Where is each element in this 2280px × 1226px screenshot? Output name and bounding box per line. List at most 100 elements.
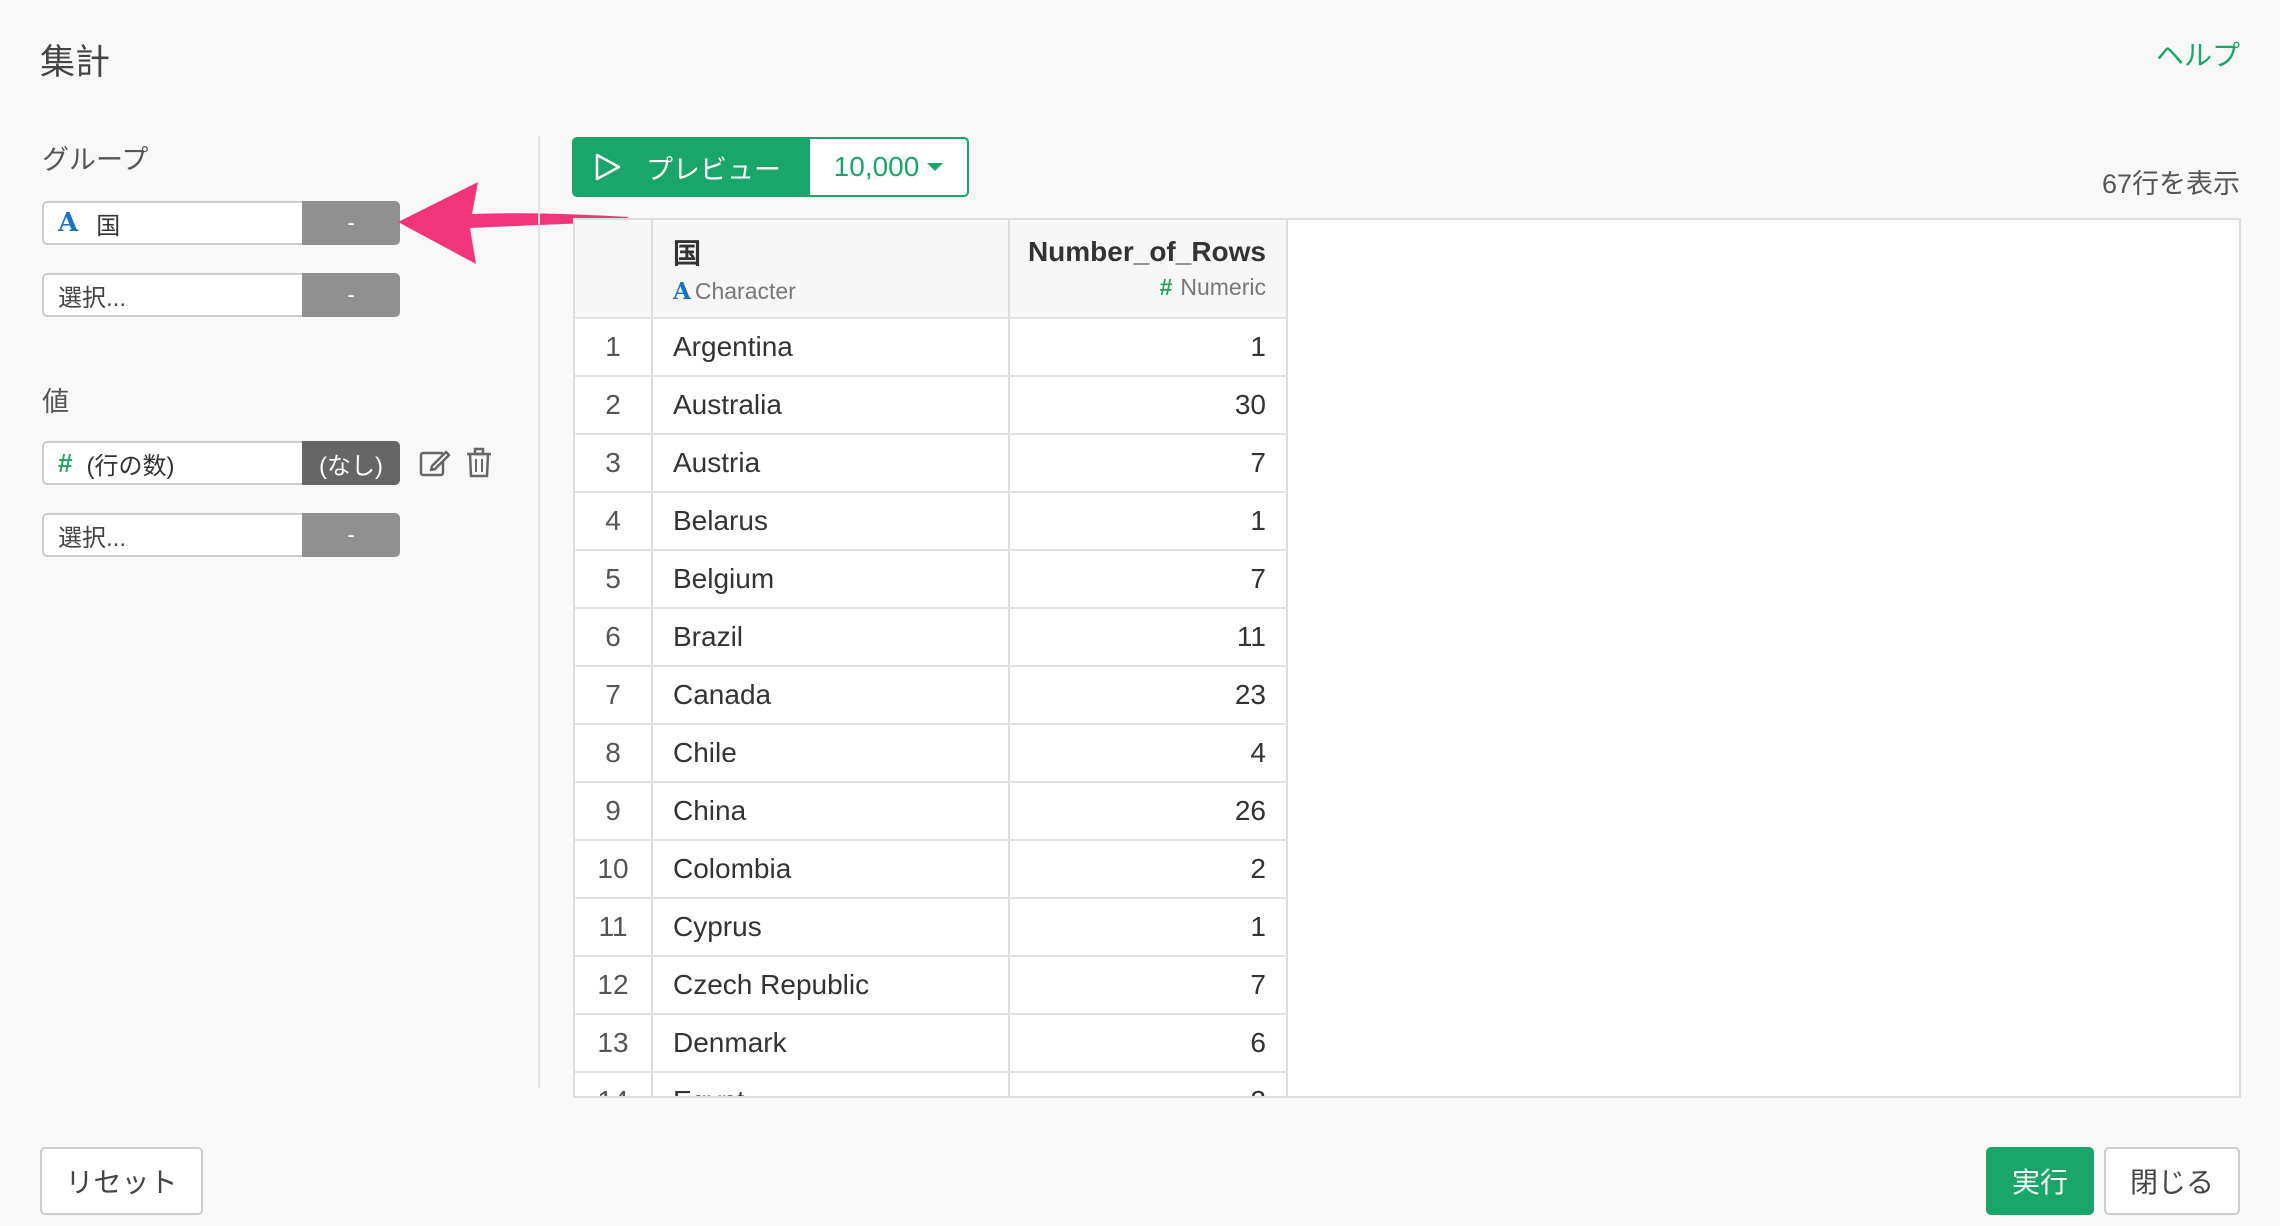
column-type: Numeric — [1180, 274, 1266, 300]
row-index: 9 — [575, 782, 653, 841]
table-row: 13 Denmark 6 — [575, 1014, 1288, 1073]
preview-button-label: プレビュー — [646, 154, 781, 185]
index-column-header — [575, 220, 653, 319]
group-column-select-empty[interactable]: 選択... — [42, 273, 302, 317]
table-row: 12 Czech Republic 7 — [575, 956, 1288, 1015]
preview-button[interactable]: プレビュー — [572, 137, 808, 197]
table-row: 14Egypt2 — [575, 1072, 1288, 1096]
table-row: 9 China 26 — [575, 782, 1288, 841]
help-link[interactable]: ヘルプ — [2156, 34, 2240, 74]
table-row: 11 Cyprus 1 — [575, 898, 1288, 957]
country-cell: Colombia — [652, 840, 1010, 899]
row-index: 12 — [575, 956, 653, 1015]
country-cell: Canada — [652, 666, 1010, 725]
country-cell: Brazil — [652, 608, 1010, 667]
table-row: 1 Argentina 1 — [575, 318, 1288, 377]
country-cell: China — [652, 782, 1010, 841]
preview-table: 国 A Character Number_of_Rows # Numeric 1 Ar… — [573, 218, 2241, 1098]
play-icon — [595, 153, 621, 181]
group-select-placeholder: 選択... — [58, 284, 127, 312]
value-column-select[interactable]: # (行の数) — [42, 441, 302, 485]
row-index: 3 — [575, 434, 653, 493]
row-count-text: 67行を表示 — [2101, 169, 2240, 199]
country-cell: Chile — [652, 724, 1010, 783]
column-header-country[interactable]: 国 A Character — [652, 220, 1010, 319]
count-cell: 2 — [1009, 1072, 1288, 1096]
group-column-value: 国 — [96, 212, 121, 240]
table-row: 10 Colombia 2 — [575, 840, 1288, 899]
table-row: 5 Belgium 7 — [575, 550, 1288, 609]
group-field-country: A 国 - — [42, 201, 400, 245]
country-cell: Denmark — [652, 1014, 1010, 1073]
row-index: 14 — [575, 1072, 653, 1096]
count-cell: 7 — [1009, 956, 1288, 1015]
value-select-placeholder: 選択... — [58, 524, 127, 552]
row-index: 4 — [575, 492, 653, 551]
value-empty-button[interactable]: - — [302, 513, 400, 557]
row-index: 11 — [575, 898, 653, 957]
country-cell: Belgium — [652, 550, 1010, 609]
country-cell: Belarus — [652, 492, 1010, 551]
country-cell: Cyprus — [652, 898, 1010, 957]
close-button[interactable]: 閉じる — [2104, 1147, 2240, 1215]
country-cell: Australia — [652, 376, 1010, 435]
row-index: 8 — [575, 724, 653, 783]
count-cell: 26 — [1009, 782, 1288, 841]
row-index: 13 — [575, 1014, 653, 1073]
numeric-type-icon: # — [58, 447, 73, 478]
panel-divider — [538, 136, 540, 1088]
run-button[interactable]: 実行 — [1986, 1147, 2094, 1215]
numeric-type-icon: # — [1159, 274, 1173, 300]
character-type-icon: A — [673, 278, 691, 305]
country-cell: Austria — [652, 434, 1010, 493]
table-row: 7 Canada 23 — [575, 666, 1288, 725]
column-header-number-of-rows[interactable]: Number_of_Rows # Numeric — [1009, 220, 1288, 319]
group-section-label: グループ — [42, 145, 149, 175]
dialog-title: 集計 — [40, 43, 111, 82]
count-cell: 11 — [1009, 608, 1288, 667]
count-cell: 1 — [1009, 492, 1288, 551]
table-row: 2 Australia 30 — [575, 376, 1288, 435]
column-name: 国 — [673, 238, 702, 269]
reset-button[interactable]: リセット — [40, 1147, 203, 1215]
row-index: 2 — [575, 376, 653, 435]
table-row: 4 Belarus 1 — [575, 492, 1288, 551]
preview-rows-dropdown[interactable]: 10,000 — [808, 137, 969, 197]
row-index: 6 — [575, 608, 653, 667]
group-empty-button[interactable]: - — [302, 273, 400, 317]
value-field-empty: 選択... - — [42, 513, 400, 557]
value-field-row-count: # (行の数) (なし) — [42, 441, 400, 485]
group-column-select[interactable]: A 国 — [42, 201, 302, 245]
column-name: Number_of_Rows — [1027, 236, 1266, 267]
row-index: 5 — [575, 550, 653, 609]
chevron-down-icon — [927, 163, 944, 171]
count-cell: 1 — [1009, 898, 1288, 957]
count-cell: 4 — [1009, 724, 1288, 783]
row-index: 1 — [575, 318, 653, 377]
country-cell: Czech Republic — [652, 956, 1010, 1015]
row-index: 10 — [575, 840, 653, 899]
count-cell: 2 — [1009, 840, 1288, 899]
count-cell: 7 — [1009, 434, 1288, 493]
table-header-row: 国 A Character Number_of_Rows # Numeric — [575, 220, 1288, 319]
group-field-empty: 選択... - — [42, 273, 400, 317]
country-cell: Argentina — [652, 318, 1010, 377]
count-cell: 23 — [1009, 666, 1288, 725]
count-cell: 6 — [1009, 1014, 1288, 1073]
country-cell: Egypt — [652, 1072, 1010, 1096]
value-column-select-empty[interactable]: 選択... — [42, 513, 302, 557]
preview-rows-value: 10,000 — [833, 151, 920, 182]
value-section-label: 値 — [42, 387, 69, 417]
edit-icon[interactable] — [418, 446, 452, 480]
table-row: 8 Chile 4 — [575, 724, 1288, 783]
value-column-value: (行の数) — [86, 452, 175, 480]
group-remove-button[interactable]: - — [302, 201, 400, 245]
table-row: 3 Austria 7 — [575, 434, 1288, 493]
count-cell: 30 — [1009, 376, 1288, 435]
table-row: 6 Brazil 11 — [575, 608, 1288, 667]
count-cell: 1 — [1009, 318, 1288, 377]
trash-icon[interactable] — [462, 446, 496, 480]
aggregation-function-button[interactable]: (なし) — [302, 441, 400, 485]
character-type-icon: A — [58, 208, 79, 238]
count-cell: 7 — [1009, 550, 1288, 609]
